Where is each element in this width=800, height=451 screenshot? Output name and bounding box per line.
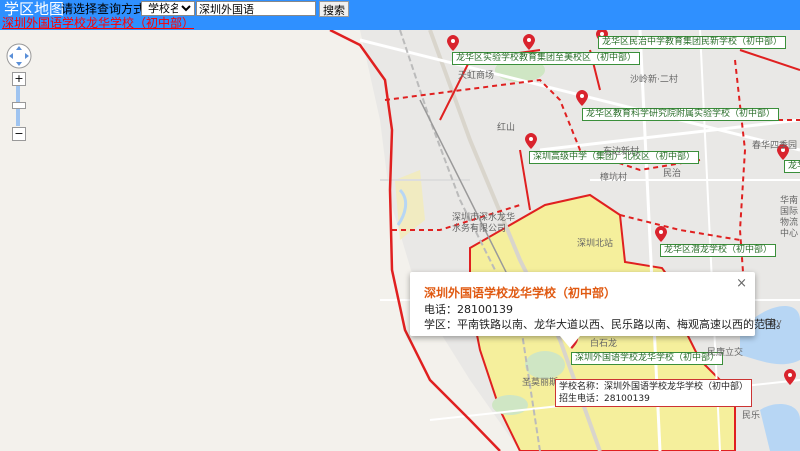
map-canvas[interactable]: + − 龙华区实验学校教育集团至美校区（初中部） 龙华区民治中学教育集团民新学校… [0,30,800,451]
poi-label: 樟坑村 [600,173,628,183]
search-button[interactable]: 搜索 [319,1,349,17]
poi-label: 深圳北站 [577,239,614,249]
popup-district: 学区：平南铁路以南、龙华大道以西、民乐路以南、梅观高速以西的范围。 [424,318,787,331]
poi-label: 沙岭新·二村 [630,75,678,85]
school-label-qianlong[interactable]: 龙华区潜龙学校（初中部） [660,244,777,257]
poi-label: 红山 [497,123,516,133]
school-pin[interactable] [576,90,588,106]
poi-label: 民治 [663,169,682,179]
search-input[interactable] [196,1,316,16]
poi-label: 民乐 [742,411,761,421]
zoom-in-button[interactable]: + [12,72,26,86]
result-school-link[interactable]: 深圳外国语学校龙华学校（初中部） [2,15,194,31]
tooltip-phone: 招生电话：28100139 [559,394,650,404]
school-pin[interactable] [655,226,667,242]
poi-label: 天虹商场 [458,71,495,81]
tooltip-name: 学校名称：深圳外国语学校龙华学校（初中部） [559,382,749,392]
school-label-zhimei[interactable]: 龙华区实验学校教育集团至美校区（初中部） [452,52,641,65]
poi-label: 华南国际物流中心 [780,196,799,239]
poi-label: 白石龙 [590,339,618,349]
popup-phone: 电话：28100139 [424,303,513,316]
close-icon[interactable]: × [736,276,747,291]
popup-pointer [560,336,580,348]
pan-control[interactable] [5,42,33,70]
zoom-slider-handle[interactable] [12,102,26,109]
top-bar: 学区地图 请选择查询方式: 学校名称 搜索 深圳外国语学校龙华学校（初中部） [0,0,800,30]
school-label-edge[interactable]: 龙华 [784,160,800,173]
poi-label: 东边新村 [603,147,640,157]
school-label-minxin[interactable]: 龙华区民治中学教育集团民新学校（初中部） [598,36,787,49]
school-pin[interactable] [523,34,535,50]
search-mode-select[interactable]: 学校名称 [141,1,195,16]
school-pin[interactable] [784,369,796,385]
poi-label: 深圳市深水龙华水务有限公司 [452,213,516,234]
school-info-popup: 深圳外国语学校龙华学校（初中部） 电话：28100139 学区：平南铁路以南、龙… [410,272,787,348]
poi-label: 圣莫丽斯 [522,378,559,388]
school-tooltip: 学校名称：深圳外国语学校龙华学校（初中部） 招生电话：28100139 [555,379,753,407]
poi-label: 民康立交 [707,348,744,358]
zoom-out-button[interactable]: − [12,127,26,141]
popup-title: 深圳外国语学校龙华学校（初中部） [424,286,617,300]
school-label-jiaoke[interactable]: 龙华区教育科学研究院附属实验学校（初中部） [582,108,780,121]
poi-label: 春华四季园 [752,141,798,151]
school-pin[interactable] [525,133,537,149]
school-pin[interactable] [447,35,459,51]
school-label-target[interactable]: 深圳外国语学校龙华学校（初中部） [571,352,724,365]
